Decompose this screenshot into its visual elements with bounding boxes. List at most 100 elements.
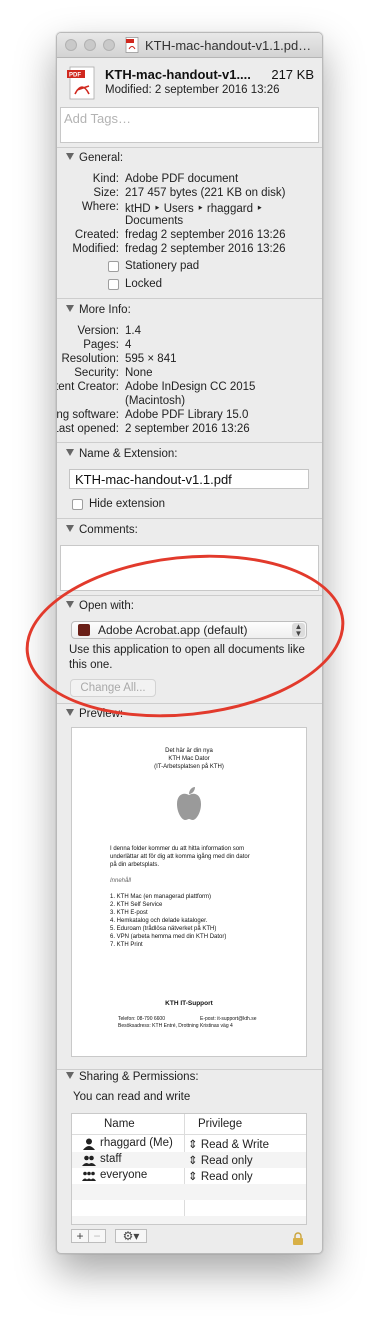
lock-icon[interactable]	[292, 1232, 304, 1245]
privilege-value: Read only	[200, 1171, 253, 1183]
divider	[57, 442, 322, 443]
preview-list-item: 3. KTH E-post	[110, 910, 148, 916]
permissions-table: Name Privilege rhaggard (Me) ⇕ Read & Wr…	[71, 1113, 307, 1225]
preview-list-item: 1. KTH Mac (en managerad plattform)	[110, 894, 212, 900]
tags-field[interactable]: Add Tags…	[60, 107, 319, 143]
privilege-popup[interactable]: ⇕ Read only	[188, 1169, 253, 1183]
created-value: fredag 2 september 2016 13:26	[125, 229, 286, 241]
privilege-popup[interactable]: ⇕ Read only	[188, 1153, 253, 1167]
general-heading: General:	[79, 152, 124, 164]
created-label: Created:	[74, 229, 119, 241]
hide-extension-checkbox[interactable]	[72, 499, 83, 510]
kind-value: Adobe PDF document	[125, 173, 239, 185]
divider	[57, 147, 322, 148]
disclosure-triangle-icon	[66, 153, 74, 160]
version-value: 1.4	[125, 325, 141, 337]
last-opened-value: 2 september 2016 13:26	[125, 423, 250, 435]
preview-list-item: 2. KTH Self Service	[110, 902, 163, 908]
file-header: PDF KTH-mac-handout-v1.... 217 KB Modifi…	[57, 58, 322, 104]
general-disclosure[interactable]: General:	[66, 152, 123, 164]
version-label: Version:	[77, 325, 119, 337]
preview-list-item: 4. Hemkatalog och delade kataloger.	[110, 918, 208, 924]
name-extension-disclosure[interactable]: Name & Extension:	[66, 448, 177, 460]
stationery-pad-checkbox[interactable]	[108, 261, 119, 272]
preview-list-item: 6. VPN (arbeta hemma med din KTH Dator)	[110, 934, 227, 940]
permission-name: rhaggard (Me)	[100, 1137, 173, 1149]
pdf-document-icon: PDF	[67, 66, 95, 100]
everyone-icon	[82, 1171, 96, 1181]
gear-menu-button[interactable]: ⚙▾	[115, 1229, 147, 1243]
content-creator-value-cont: (Macintosh)	[125, 395, 186, 407]
preview-title-line: KTH Mac Dator	[168, 756, 210, 762]
encoding-software-label: Encoding software:	[56, 409, 119, 421]
title-bar[interactable]: KTH-mac-handout-v1.1.pd…	[57, 33, 322, 58]
preview-phone: Telefon: 08-790 6600	[118, 1016, 165, 1022]
encoding-software-value: Adobe PDF Library 15.0	[125, 409, 249, 421]
more-info-disclosure[interactable]: More Info:	[66, 304, 131, 316]
sharing-disclosure[interactable]: Sharing & Permissions:	[66, 1071, 199, 1083]
header-divider	[72, 1134, 306, 1135]
table-row[interactable]: rhaggard (Me) ⇕ Read & Write	[72, 1136, 306, 1152]
pages-label: Pages:	[83, 339, 119, 351]
more-info-heading: More Info:	[79, 304, 131, 316]
user-icon	[83, 1138, 95, 1150]
preview-address: Besöksadress: KTH Entré, Drottning Krist…	[118, 1023, 233, 1029]
preview-list-item: 5. Eduroam (trådlösa nätverket på KTH)	[110, 926, 217, 932]
where-label: Where:	[81, 201, 119, 213]
comments-heading: Comments:	[79, 524, 138, 536]
minimize-button[interactable]	[84, 39, 96, 51]
close-button[interactable]	[65, 39, 77, 51]
privilege-value: Read only	[200, 1155, 253, 1167]
divider	[57, 518, 322, 519]
pages-value: 4	[125, 339, 132, 351]
table-row-empty	[72, 1184, 306, 1200]
group-icon	[82, 1155, 96, 1166]
preview-footer-title: KTH IT-Support	[165, 1000, 213, 1007]
kind-label: Kind:	[92, 173, 119, 185]
pdf-file-icon	[125, 37, 139, 53]
sharing-subtitle: You can read and write	[73, 1091, 191, 1103]
window-title: KTH-mac-handout-v1.1.pd…	[145, 38, 312, 53]
preview-list-item: 7. KTH Print	[110, 942, 143, 948]
permission-name: staff	[100, 1153, 122, 1165]
size-value: 217 457 bytes (221 KB on disk)	[125, 187, 286, 199]
permission-name: everyone	[100, 1169, 148, 1181]
file-name: KTH-mac-handout-v1....	[105, 67, 251, 82]
zoom-button[interactable]	[103, 39, 115, 51]
table-row[interactable]: everyone ⇕ Read only	[72, 1168, 306, 1184]
hide-extension-label: Hide extension	[89, 498, 166, 510]
locked-checkbox[interactable]	[108, 279, 119, 290]
preview-email: E-post: it-support@kth.se	[200, 1016, 257, 1022]
stationery-pad-label: Stationery pad	[125, 260, 200, 272]
file-name-field[interactable]: KTH-mac-handout-v1.1.pdf	[69, 469, 309, 489]
divider	[57, 298, 322, 299]
divider	[57, 1069, 322, 1070]
preview-image: Det här är din nya KTH Mac Dator (IT-Arb…	[71, 727, 307, 1057]
table-row[interactable]: staff ⇕ Read only	[72, 1152, 306, 1168]
preview-title-line: Det här är din nya	[165, 748, 213, 754]
sharing-heading: Sharing & Permissions:	[79, 1071, 199, 1083]
privilege-popup[interactable]: ⇕ Read & Write	[188, 1137, 269, 1151]
column-header-name[interactable]: Name	[104, 1118, 135, 1130]
comments-disclosure[interactable]: Comments:	[66, 524, 138, 536]
preview-text-line: underlättar att för dig att komma igång …	[110, 854, 250, 860]
remove-permission-button[interactable]: −	[88, 1229, 106, 1243]
where-value-cont: Documents	[125, 215, 184, 227]
preview-text-line: I denna folder kommer du att hitta infor…	[110, 846, 245, 852]
preview-title-line: (IT-Arbetsplatsen på KTH)	[154, 764, 224, 770]
security-label: Security:	[74, 367, 119, 379]
resolution-label: Resolution:	[61, 353, 119, 365]
add-permission-button[interactable]: +	[71, 1229, 89, 1243]
content-creator-value: Adobe InDesign CC 2015	[125, 381, 256, 393]
tags-placeholder: Add Tags…	[64, 111, 131, 126]
apple-logo-icon	[177, 787, 201, 820]
name-extension-heading: Name & Extension:	[79, 448, 178, 460]
locked-label: Locked	[125, 278, 163, 290]
content-creator-label: Content Creator:	[56, 381, 119, 393]
preview-contents-label: Innehåll	[110, 878, 132, 884]
security-value: None	[125, 367, 153, 379]
resolution-value: 595 × 841	[125, 353, 177, 365]
column-header-privilege[interactable]: Privilege	[198, 1118, 242, 1130]
size-label: Size:	[93, 187, 119, 199]
file-modified: Modified: 2 september 2016 13:26	[105, 84, 280, 96]
